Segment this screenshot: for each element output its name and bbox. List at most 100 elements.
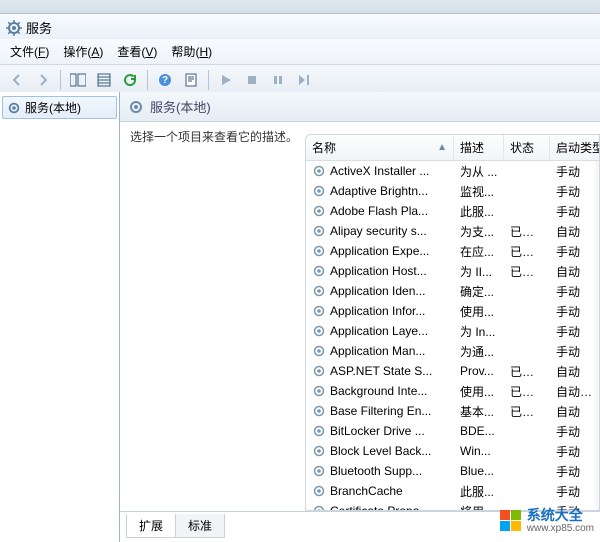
tab-standard[interactable]: 标准 — [175, 514, 225, 538]
service-status: 已启动 — [504, 242, 550, 261]
service-row[interactable]: Application Man...为通...手动 — [306, 341, 599, 361]
show-hide-tree-button[interactable] — [67, 69, 89, 91]
start-service-button[interactable] — [215, 69, 237, 91]
gear-icon — [312, 284, 326, 298]
service-startup: 手动 — [550, 322, 599, 341]
column-header-description[interactable]: 描述 — [454, 135, 504, 160]
gear-icon — [312, 364, 326, 378]
service-row[interactable]: Base Filtering En...基本...已启动自动 — [306, 401, 599, 421]
service-row[interactable]: Adobe Flash Pla... 此服... 手动 — [306, 201, 599, 221]
menu-file[interactable]: 文件(F) — [4, 41, 55, 62]
console-tree[interactable]: 服务(本地) — [0, 92, 120, 542]
service-name: ActiveX Installer ... — [330, 164, 429, 178]
help-button[interactable]: ? — [154, 69, 176, 91]
gear-icon — [312, 264, 326, 278]
menu-help[interactable]: 帮助(H) — [165, 41, 218, 62]
service-startup: 自动 — [550, 262, 599, 281]
service-status: 已启动 — [504, 402, 550, 421]
service-row[interactable]: ActiveX Installer ...为从 ...手动 — [306, 161, 599, 181]
service-name: Application Iden... — [330, 284, 425, 298]
service-startup: 手动 — [550, 182, 599, 201]
service-status — [504, 470, 550, 472]
service-desc: 将用... — [454, 502, 504, 511]
service-status — [504, 310, 550, 312]
service-row[interactable]: Application Laye...为 In...手动 — [306, 321, 599, 341]
service-startup: 手动 — [550, 482, 599, 501]
pause-service-button[interactable] — [267, 69, 289, 91]
tab-extended[interactable]: 扩展 — [126, 514, 176, 538]
service-startup: 手动 — [550, 282, 599, 301]
service-name: Application Infor... — [330, 304, 425, 318]
forward-button[interactable] — [32, 69, 54, 91]
column-header-name[interactable]: 名称▲ — [306, 135, 454, 160]
back-button[interactable] — [6, 69, 28, 91]
gear-icon — [312, 384, 326, 398]
service-name: Alipay security s... — [330, 224, 427, 238]
service-name: BitLocker Drive ... — [330, 424, 425, 438]
service-row[interactable]: Adaptive Brightn...监视...手动 — [306, 181, 599, 201]
column-header-startup[interactable]: 启动类型 — [550, 135, 599, 160]
service-name: BranchCache — [330, 484, 403, 498]
service-name: Application Laye... — [330, 324, 428, 338]
service-startup: 手动 — [550, 422, 599, 441]
service-desc: 此服... — [454, 202, 504, 221]
service-row[interactable]: Certificate Propa...将用...手动 — [306, 501, 599, 510]
service-startup: 手动 — [550, 202, 599, 221]
window-chrome-top — [0, 0, 600, 14]
menubar: 文件(F) 操作(A) 查看(V) 帮助(H) — [0, 39, 600, 65]
service-startup: 手动 — [550, 462, 599, 481]
svg-text:?: ? — [162, 75, 168, 86]
gear-icon — [128, 99, 144, 115]
service-startup: 手动 — [550, 242, 599, 261]
restart-service-button[interactable] — [293, 69, 315, 91]
service-status — [504, 210, 550, 212]
service-row[interactable]: Application Expe...在应...已启动手动 — [306, 241, 599, 261]
service-row[interactable]: ASP.NET State S...Prov...已启动自动 — [306, 361, 599, 381]
service-row[interactable]: Bluetooth Supp...Blue...手动 — [306, 461, 599, 481]
stop-service-button[interactable] — [241, 69, 263, 91]
toolbar: ? — [0, 65, 600, 95]
service-status — [504, 330, 550, 332]
services-list[interactable]: 名称▲ 描述 状态 启动类型 ActiveX Installer ... 为从 .… — [305, 134, 600, 511]
sort-asc-icon: ▲ — [437, 142, 447, 153]
service-row[interactable]: BranchCache此服...手动 — [306, 481, 599, 501]
service-row[interactable]: Alipay security s...为支...已启动自动 — [306, 221, 599, 241]
service-row[interactable]: Block Level Back...Win...手动 — [306, 441, 599, 461]
service-row[interactable]: Application Host...为 II...已启动自动 — [306, 261, 599, 281]
service-desc: 为从 ... — [454, 162, 504, 181]
gear-icon — [312, 464, 326, 478]
toolbar-separator — [60, 70, 61, 90]
service-status: 已启动 — [504, 362, 550, 381]
service-status — [504, 490, 550, 492]
gear-icon — [312, 404, 326, 418]
refresh-button[interactable] — [119, 69, 141, 91]
service-desc: 使用... — [454, 302, 504, 321]
toolbar-separator — [147, 70, 148, 90]
gear-icon — [312, 484, 326, 498]
service-status: 已启动 — [504, 222, 550, 241]
service-name: Block Level Back... — [330, 444, 431, 458]
tree-node-label: 服务(本地) — [25, 99, 81, 116]
menu-action[interactable]: 操作(A) — [57, 41, 109, 62]
service-startup: 自动 — [550, 402, 599, 421]
service-name: Adobe Flash Pla... — [330, 204, 428, 218]
service-status: 已启动 — [504, 262, 550, 281]
service-row[interactable]: Background Inte...使用...已启动自动(延迟 — [306, 381, 599, 401]
column-header-status[interactable]: 状态 — [504, 135, 550, 160]
service-row[interactable]: BitLocker Drive ...BDE...手动 — [306, 421, 599, 441]
detail-pane-header: 服务(本地) — [120, 92, 600, 122]
gear-icon — [312, 184, 326, 198]
service-startup: 自动 — [550, 222, 599, 241]
service-status — [504, 350, 550, 352]
gear-icon — [312, 224, 326, 238]
service-name: Bluetooth Supp... — [330, 464, 422, 478]
export-list-button[interactable] — [93, 69, 115, 91]
service-status — [504, 290, 550, 292]
service-row[interactable]: Application Iden...确定...手动 — [306, 281, 599, 301]
service-row[interactable]: Application Infor...使用...手动 — [306, 301, 599, 321]
service-name: Certificate Propa... — [330, 504, 429, 510]
menu-view[interactable]: 查看(V) — [111, 41, 163, 62]
service-desc: 在应... — [454, 242, 504, 261]
properties-button[interactable] — [180, 69, 202, 91]
tree-node-services-local[interactable]: 服务(本地) — [2, 96, 117, 119]
